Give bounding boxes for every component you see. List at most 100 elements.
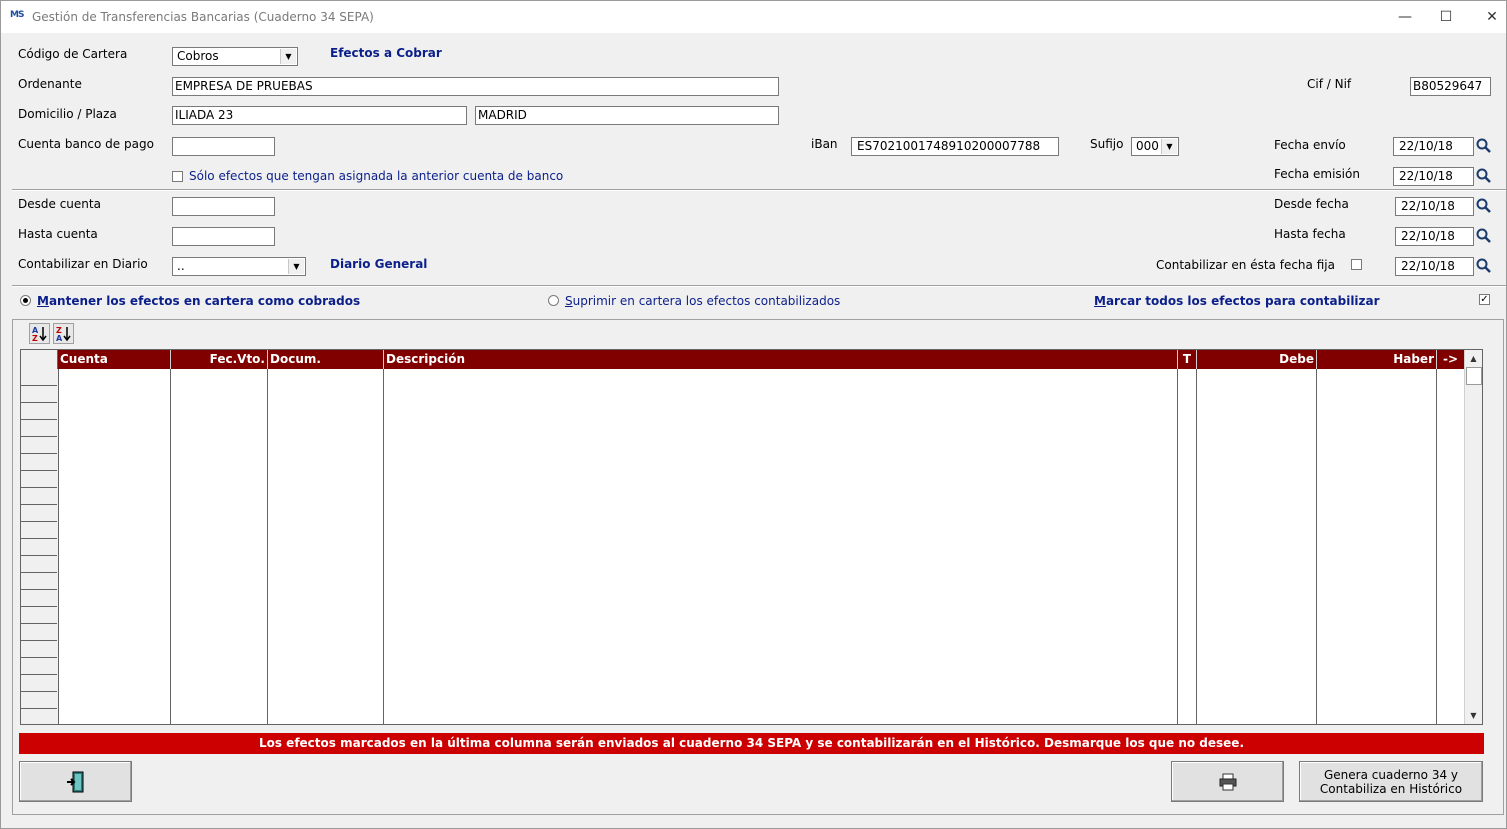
fecha-fija-checkbox[interactable] bbox=[1351, 259, 1362, 270]
chevron-down-icon[interactable]: ▼ bbox=[280, 49, 296, 64]
grid-corner bbox=[21, 350, 58, 369]
print-button[interactable] bbox=[1171, 761, 1284, 802]
domicilio-label: Domicilio / Plaza bbox=[18, 107, 117, 121]
minimize-button[interactable]: — bbox=[1382, 1, 1428, 33]
maximize-button[interactable]: ☐ bbox=[1423, 1, 1469, 33]
hasta-cuenta-field[interactable] bbox=[172, 227, 275, 246]
mantener-radio[interactable] bbox=[20, 295, 31, 306]
row-header-cell[interactable] bbox=[21, 590, 57, 607]
separator bbox=[12, 285, 1506, 287]
row-header-cell[interactable] bbox=[21, 420, 57, 437]
plaza-field[interactable]: MADRID bbox=[475, 106, 779, 125]
window-title: Gestión de Transferencias Bancarias (Cua… bbox=[32, 10, 374, 24]
hasta-cuenta-label: Hasta cuenta bbox=[18, 227, 98, 241]
scroll-up-icon[interactable]: ▲ bbox=[1465, 350, 1482, 367]
chevron-down-icon[interactable]: ▼ bbox=[1161, 139, 1177, 154]
col-header-t[interactable]: T bbox=[1178, 350, 1197, 369]
col-divider bbox=[1436, 369, 1437, 724]
sort-ascending-icon[interactable]: AZ bbox=[29, 323, 50, 344]
codigo-cartera-select[interactable]: Cobros ▼ bbox=[172, 47, 298, 66]
codigo-cartera-label: Código de Cartera bbox=[18, 47, 128, 61]
desde-fecha-label: Desde fecha bbox=[1274, 197, 1349, 211]
row-header-cell[interactable] bbox=[21, 403, 57, 420]
mantener-label[interactable]: Mantener los efectos en cartera como cob… bbox=[37, 294, 360, 308]
row-header-cell[interactable] bbox=[21, 369, 57, 386]
suprimir-accesskey: S bbox=[565, 294, 573, 308]
desde-fecha-field[interactable]: 22/10/18 bbox=[1395, 197, 1474, 216]
cif-label: Cif / Nif bbox=[1307, 77, 1352, 91]
sort-descending-icon[interactable]: ZA bbox=[53, 323, 74, 344]
desde-cuenta-field[interactable] bbox=[172, 197, 275, 216]
exit-button[interactable] bbox=[19, 761, 132, 802]
row-header-cell[interactable] bbox=[21, 539, 57, 556]
hasta-fecha-field[interactable]: 22/10/18 bbox=[1395, 227, 1474, 246]
col-divider bbox=[170, 369, 171, 724]
sufijo-select[interactable]: 000 ▼ bbox=[1131, 137, 1179, 156]
col-header-haber[interactable]: Haber bbox=[1317, 350, 1437, 369]
row-header-cell[interactable] bbox=[21, 488, 57, 505]
row-header-column bbox=[21, 350, 59, 724]
diario-desc: Diario General bbox=[330, 257, 428, 271]
info-message-bar: Los efectos marcados en la última column… bbox=[19, 733, 1484, 754]
row-header-cell[interactable] bbox=[21, 641, 57, 658]
row-header-cell[interactable] bbox=[21, 607, 57, 624]
col-divider bbox=[267, 369, 268, 724]
row-header-cell[interactable] bbox=[21, 675, 57, 692]
col-divider bbox=[1177, 369, 1178, 724]
row-header-cell[interactable] bbox=[21, 505, 57, 522]
search-icon[interactable] bbox=[1475, 257, 1493, 275]
chevron-down-icon[interactable]: ▼ bbox=[288, 259, 304, 274]
domicilio-field[interactable]: ILIADA 23 bbox=[172, 106, 467, 125]
col-divider bbox=[383, 369, 384, 724]
main-window: MS Gestión de Transferencias Bancarias (… bbox=[0, 0, 1507, 829]
cif-field[interactable]: B80529647 bbox=[1410, 77, 1491, 96]
search-icon[interactable] bbox=[1475, 227, 1493, 245]
cuenta-banco-field[interactable] bbox=[172, 137, 275, 156]
solo-efectos-checkbox[interactable] bbox=[172, 171, 183, 182]
row-header-cell[interactable] bbox=[21, 624, 57, 641]
row-header-cell[interactable] bbox=[21, 709, 57, 724]
fecha-envio-label: Fecha envío bbox=[1274, 138, 1346, 152]
suprimir-label[interactable]: Suprimir en cartera los efectos contabil… bbox=[565, 294, 840, 308]
ordenante-field[interactable]: EMPRESA DE PRUEBAS bbox=[172, 77, 779, 96]
fecha-fija-field[interactable]: 22/10/18 bbox=[1395, 257, 1474, 276]
search-icon[interactable] bbox=[1475, 197, 1493, 215]
efectos-grid[interactable]: Cuenta Fec.Vto. Docum. Descripción T Deb… bbox=[20, 349, 1483, 725]
search-icon[interactable] bbox=[1475, 137, 1493, 155]
row-header-cell[interactable] bbox=[21, 386, 57, 403]
row-header-cell[interactable] bbox=[21, 556, 57, 573]
col-header-cuenta[interactable]: Cuenta bbox=[58, 350, 171, 369]
marcar-todos-checkbox[interactable]: ✓ bbox=[1479, 294, 1490, 305]
row-header-cell[interactable] bbox=[21, 471, 57, 488]
row-header-cell[interactable] bbox=[21, 454, 57, 471]
iban-field[interactable]: ES7021001748910200007788 bbox=[851, 137, 1059, 156]
grid-vertical-scrollbar[interactable]: ▲ ▼ bbox=[1464, 350, 1482, 724]
fecha-emision-field[interactable]: 22/10/18 bbox=[1393, 167, 1474, 186]
col-header-docum[interactable]: Docum. bbox=[268, 350, 384, 369]
title-bar: MS Gestión de Transferencias Bancarias (… bbox=[1, 1, 1506, 33]
suprimir-radio[interactable] bbox=[548, 295, 559, 306]
close-button[interactable]: ✕ bbox=[1469, 1, 1507, 33]
exit-door-icon bbox=[66, 771, 83, 793]
scroll-down-icon[interactable]: ▼ bbox=[1465, 707, 1482, 724]
col-header-arrow[interactable]: -> bbox=[1437, 350, 1465, 369]
genera-cuaderno-button[interactable]: Genera cuaderno 34 y Contabiliza en Hist… bbox=[1299, 761, 1483, 802]
marcar-accesskey: M bbox=[1094, 294, 1106, 308]
row-header-cell[interactable] bbox=[21, 658, 57, 675]
mantener-accesskey: M bbox=[37, 294, 49, 308]
search-icon[interactable] bbox=[1475, 167, 1493, 185]
row-header-cell[interactable] bbox=[21, 522, 57, 539]
col-header-debe[interactable]: Debe bbox=[1197, 350, 1317, 369]
diario-select[interactable]: .. ▼ bbox=[172, 257, 306, 276]
row-header-cell[interactable] bbox=[21, 573, 57, 590]
marcar-label[interactable]: Marcar todos los efectos para contabiliz… bbox=[1094, 294, 1380, 308]
col-header-descripcion[interactable]: Descripción bbox=[384, 350, 1178, 369]
col-header-fecvto[interactable]: Fec.Vto. bbox=[171, 350, 268, 369]
row-header-cell[interactable] bbox=[21, 692, 57, 709]
row-header-cell[interactable] bbox=[21, 437, 57, 454]
diario-label: Contabilizar en Diario bbox=[18, 257, 148, 271]
fecha-envio-field[interactable]: 22/10/18 bbox=[1393, 137, 1474, 156]
svg-text:A: A bbox=[56, 334, 63, 343]
scroll-thumb[interactable] bbox=[1466, 367, 1482, 385]
app-icon: MS bbox=[10, 10, 24, 20]
